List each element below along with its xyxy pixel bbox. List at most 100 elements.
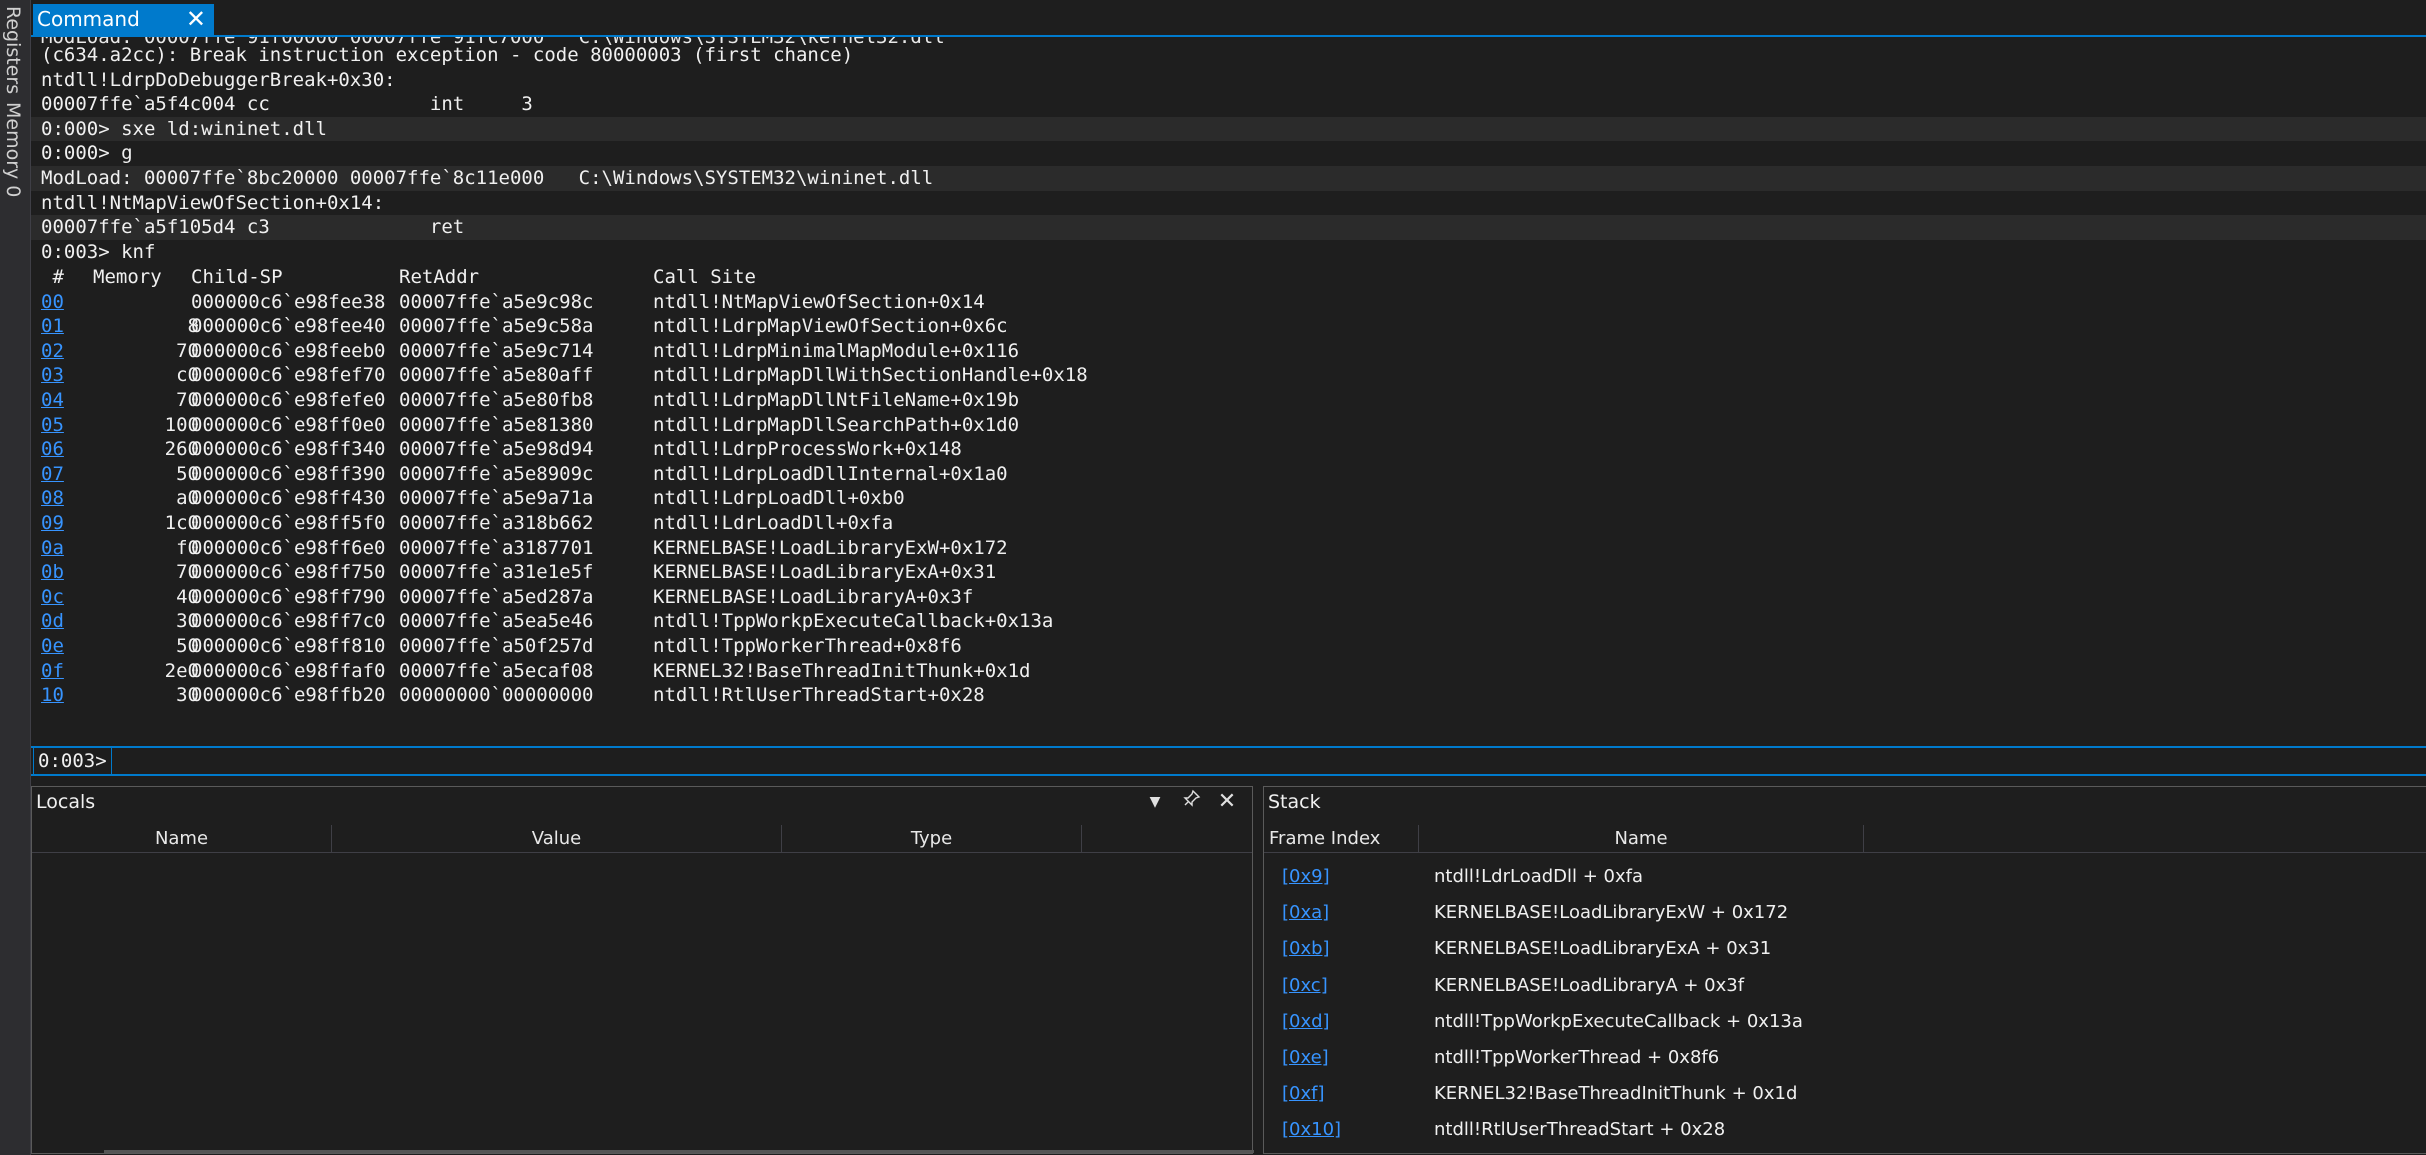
knf-row: 10 30 000000c6`e98ffb20 00000000`00000000 nt… <box>31 683 1231 708</box>
frame-callsite: ntdll!LdrpProcessWork+0x148 <box>653 438 962 461</box>
knf-row: 0e 50 000000c6`e98ff810 00007ffe`a50f257d nt… <box>31 634 1231 659</box>
frame-index-link[interactable]: [0x9] <box>1282 859 1330 895</box>
registers-tab[interactable]: Registers <box>2 6 24 94</box>
stack-frame-row[interactable]: [0x10] ntdll!RtlUserThreadStart + 0x28 <box>1264 1112 2426 1148</box>
frame-number-link[interactable]: 0c <box>41 585 64 610</box>
frame-child-sp: 000000c6`e98ff0e0 <box>191 413 386 436</box>
frame-callsite: KERNELBASE!LoadLibraryExW+0x172 <box>653 536 1008 559</box>
stack-frame-row[interactable]: [0xb] KERNELBASE!LoadLibraryExA + 0x31 <box>1264 931 2426 967</box>
stack-frame-row[interactable]: [0xe] ntdll!TppWorkerThread + 0x8f6 <box>1264 1040 2426 1076</box>
command-tab[interactable]: Command ✕ <box>33 4 214 35</box>
frame-name: ntdll!TppWorkpExecuteCallback + 0x13a <box>1434 1010 1803 1032</box>
command-input[interactable] <box>111 749 2415 775</box>
frame-index-link[interactable]: [0xa] <box>1282 895 1329 931</box>
frame-memory: c0 <box>176 364 199 387</box>
close-icon[interactable]: ✕ <box>186 4 206 35</box>
frame-memory: 30 <box>176 610 199 633</box>
frame-child-sp: 000000c6`e98ff750 <box>191 561 386 584</box>
frame-retaddr: 00007ffe`a5e80fb8 <box>399 388 594 411</box>
knf-stack-table: # Memory Child-SP RetAddr Call Site 00 00… <box>31 265 1231 708</box>
frame-retaddr: 00007ffe`a5ecaf08 <box>399 659 594 682</box>
stack-frame-row[interactable]: [0xc] KERNELBASE!LoadLibraryA + 0x3f <box>1264 968 2426 1004</box>
frame-callsite: ntdll!LdrpMapDllNtFileName+0x19b <box>653 388 1020 411</box>
frame-index-link[interactable]: [0xf] <box>1282 1076 1325 1112</box>
stack-column-frame-index[interactable]: Frame Index <box>1264 825 1419 853</box>
frame-retaddr: 00007ffe`a5ea5e46 <box>399 610 594 633</box>
frame-number-link[interactable]: 04 <box>41 388 64 413</box>
frame-index-link[interactable]: [0xd] <box>1282 1004 1330 1040</box>
frame-index-link[interactable]: [0x10] <box>1282 1112 1341 1148</box>
stack-title: Stack <box>1268 791 1321 813</box>
output-line: ntdll!NtMapViewOfSection+0x14: <box>41 191 385 214</box>
output-line: 0:003> knf <box>41 240 156 263</box>
frame-number-link[interactable]: 00 <box>41 290 64 315</box>
locals-column-name[interactable]: Name <box>32 825 332 853</box>
frame-number-link[interactable]: 10 <box>41 683 64 708</box>
locals-column-type[interactable]: Type <box>782 825 1082 853</box>
frame-number-link[interactable]: 0f <box>41 659 64 684</box>
chevron-down-icon[interactable]: ▼ <box>1140 787 1170 817</box>
frame-retaddr: 00007ffe`a5e8909c <box>399 462 594 485</box>
frame-number-link[interactable]: 08 <box>41 486 64 511</box>
knf-row: 0a f0 000000c6`e98ff6e0 00007ffe`a3187701 KE… <box>31 536 1231 561</box>
stack-column-name[interactable]: Name <box>1419 825 1864 853</box>
frame-callsite: KERNELBASE!LoadLibraryA+0x3f <box>653 585 974 608</box>
stack-column-filler <box>1864 825 2426 853</box>
stack-frame-row[interactable]: [0xf] KERNEL32!BaseThreadInitThunk + 0x1d <box>1264 1076 2426 1112</box>
frame-index-link[interactable]: [0xc] <box>1282 968 1328 1004</box>
frame-callsite: ntdll!RtlUserThreadStart+0x28 <box>653 684 985 707</box>
knf-header-childsp: Child-SP <box>191 266 283 288</box>
locals-horizontal-scrollbar[interactable] <box>104 1150 1254 1153</box>
frame-callsite: ntdll!NtMapViewOfSection+0x14 <box>653 290 985 313</box>
frame-number-link[interactable]: 0d <box>41 609 64 634</box>
frame-retaddr: 00007ffe`a5e98d94 <box>399 438 594 461</box>
frame-memory: 8 <box>187 315 199 338</box>
frame-memory: 70 <box>176 339 199 362</box>
frame-number-link[interactable]: 06 <box>41 437 64 462</box>
stack-frame-row[interactable]: [0x9] ntdll!LdrLoadDll + 0xfa <box>1264 859 2426 895</box>
memory-tab[interactable]: Memory 0 <box>2 102 24 197</box>
frame-index-link[interactable]: [0xb] <box>1282 931 1330 967</box>
frame-name: ntdll!TppWorkerThread + 0x8f6 <box>1434 1046 1720 1068</box>
frame-child-sp: 000000c6`e98ff340 <box>191 438 386 461</box>
frame-memory: 30 <box>176 684 199 707</box>
knf-row: 05 100 000000c6`e98ff0e0 00007ffe`a5e81380 n… <box>31 413 1231 438</box>
command-tab-label: Command <box>37 7 140 31</box>
frame-index-link[interactable]: [0xe] <box>1282 1040 1329 1076</box>
frame-memory: f0 <box>176 536 199 559</box>
stack-frame-row[interactable]: [0xd] ntdll!TppWorkpExecuteCallback + 0x1… <box>1264 1004 2426 1040</box>
frame-child-sp: 000000c6`e98ffaf0 <box>191 659 386 682</box>
frame-number-link[interactable]: 07 <box>41 462 64 487</box>
command-output[interactable]: ModLoad: 00007ffe`91f00000 00007ffe`91fc… <box>31 37 2426 737</box>
frame-callsite: KERNELBASE!LoadLibraryExA+0x31 <box>653 561 997 584</box>
stack-header: Stack <box>1264 787 2426 817</box>
frame-number-link[interactable]: 05 <box>41 413 64 438</box>
frame-child-sp: 000000c6`e98ff6e0 <box>191 536 386 559</box>
frame-number-link[interactable]: 03 <box>41 363 64 388</box>
frame-retaddr: 00007ffe`a318b662 <box>399 511 594 534</box>
frame-number-link[interactable]: 0b <box>41 560 64 585</box>
frame-child-sp: 000000c6`e98fee38 <box>191 290 386 313</box>
frame-callsite: ntdll!LdrpMinimalMapModule+0x116 <box>653 339 1020 362</box>
pin-icon[interactable] <box>1177 787 1207 817</box>
output-line: ModLoad: 00007ffe`8bc20000 00007ffe`8c11… <box>31 165 2426 191</box>
frame-child-sp: 000000c6`e98feeb0 <box>191 339 386 362</box>
knf-row: 01 8 000000c6`e98fee40 00007ffe`a5e9c58a ntd… <box>31 314 1231 339</box>
frame-retaddr: 00007ffe`a3187701 <box>399 536 594 559</box>
frame-memory: 70 <box>176 388 199 411</box>
locals-column-value[interactable]: Value <box>332 825 782 853</box>
frame-number-link[interactable]: 02 <box>41 339 64 364</box>
locals-header: Locals <box>32 787 1252 817</box>
frame-number-link[interactable]: 09 <box>41 511 64 536</box>
command-pane: Command ✕ ModLoad: 00007ffe`91f00000 000… <box>31 0 2426 776</box>
close-icon[interactable]: ✕ <box>1212 787 1242 817</box>
stack-frame-row[interactable]: [0xa] KERNELBASE!LoadLibraryExW + 0x172 <box>1264 895 2426 931</box>
frame-number-link[interactable]: 0a <box>41 536 64 561</box>
frame-number-link[interactable]: 01 <box>41 314 64 339</box>
locals-column-filler <box>1082 825 1252 853</box>
knf-rows: 00 000000c6`e98fee38 00007ffe`a5e9c98c ntdl… <box>31 290 1231 708</box>
frame-child-sp: 000000c6`e98ff7c0 <box>191 610 386 633</box>
frame-number-link[interactable]: 0e <box>41 634 64 659</box>
output-line: 0:000> g <box>41 142 133 165</box>
stack-frame-list: [0x9] ntdll!LdrLoadDll + 0xfa [0xa] KERNELB… <box>1264 859 2426 1149</box>
